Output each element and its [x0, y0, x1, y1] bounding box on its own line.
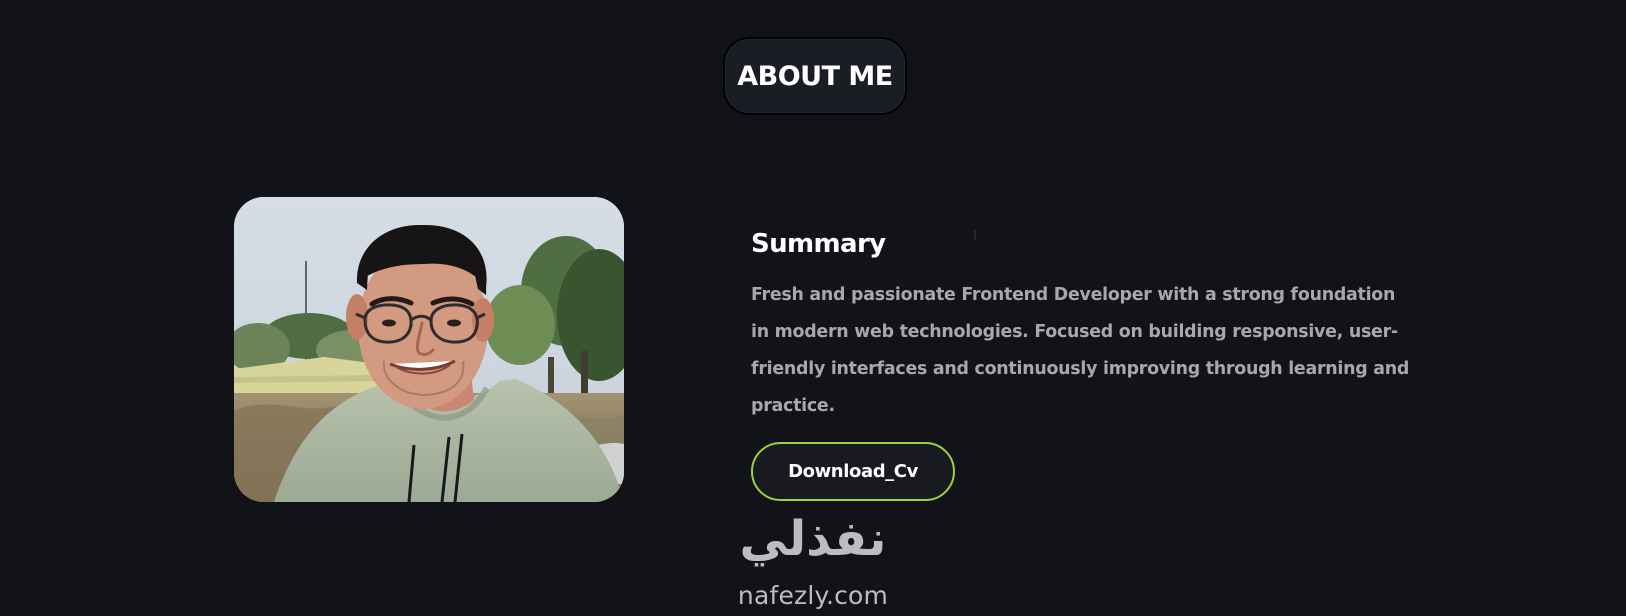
section-heading: ABOUT ME [737, 60, 893, 92]
watermark: نفذلي nafezly.com [708, 510, 918, 616]
profile-photo [234, 197, 624, 502]
download-cv-button[interactable]: Download_Cv [751, 442, 955, 501]
about-me-heading-badge: ABOUT ME [723, 37, 907, 115]
decorative-mark [974, 230, 976, 240]
profile-photo-image [234, 197, 624, 502]
watermark-arabic-logo: نفذلي [739, 511, 887, 567]
summary-text: Fresh and passionate Frontend Developer … [751, 285, 1410, 416]
watermark-site-name: nafezly.com [737, 581, 889, 610]
summary-title: Summary [751, 229, 886, 259]
